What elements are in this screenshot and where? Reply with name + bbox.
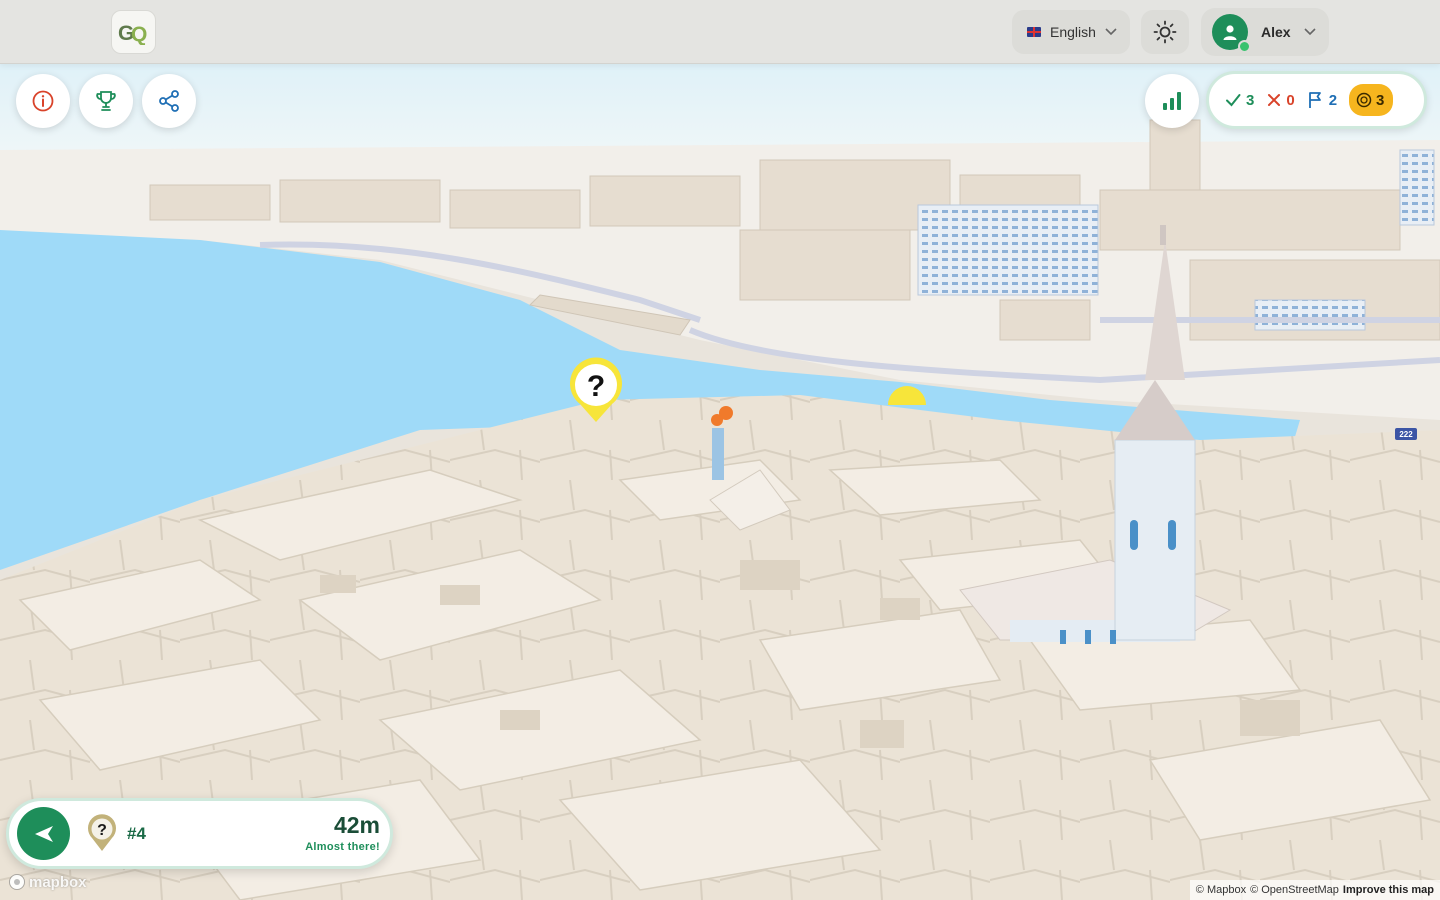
user-name: Alex [1261,24,1291,40]
user-icon [1223,25,1237,40]
trophy-icon [96,91,116,111]
share-button[interactable] [142,74,196,128]
chevron-down-icon [1304,28,1316,36]
language-selector[interactable]: English [1012,10,1130,54]
wrong-count: 0 [1266,91,1295,109]
svg-text:?: ? [587,370,605,403]
theme-toggle-button[interactable] [1141,10,1189,54]
flag-count: 2 [1307,91,1337,109]
flag-value: 2 [1328,91,1338,109]
monument [712,428,724,480]
mapbox-copyright-link[interactable]: © Mapbox [1196,884,1246,896]
target-number: #4 [127,824,146,843]
svg-text:Q: Q [131,23,147,45]
coin-icon [1356,92,1372,108]
uk-flag-icon [1027,27,1041,37]
info-button[interactable] [16,74,70,128]
navigation-card[interactable]: ? #4 42m Almost there! [6,798,393,869]
osm-copyright-link[interactable]: © OpenStreetMap [1250,884,1339,896]
distance-value: 42m [333,812,380,838]
online-status-dot [1238,40,1251,53]
share-icon [159,90,179,112]
chevron-down-icon [1105,28,1117,36]
wrong-value: 0 [1286,91,1295,109]
correct-value: 3 [1246,91,1255,109]
mapbox-logo[interactable]: mapbox [8,873,87,891]
mapbox-icon [9,874,25,890]
bar-chart-icon [1163,92,1181,110]
coin-badge: 3 [1349,84,1394,116]
check-icon [1226,94,1241,107]
distance-message: Almost there! [305,841,380,853]
map-canvas[interactable]: 222 ? [0,0,1440,900]
navigate-button[interactable] [17,807,70,860]
navigation-arrow-icon [34,825,53,842]
score-summary[interactable]: 3 0 2 3 [1206,71,1427,129]
close-icon [1268,94,1281,106]
road-shield-222: 222 [1395,428,1417,440]
flag-icon [1308,92,1321,108]
user-menu-button[interactable]: Alex [1201,8,1329,56]
coin-value: 3 [1376,91,1385,109]
stats-button[interactable] [1145,74,1199,128]
info-icon [32,90,54,112]
language-label: English [1050,24,1096,40]
improve-map-link[interactable]: Improve this map [1343,884,1434,896]
sun-icon [1153,20,1177,44]
svg-text:?: ? [97,822,107,839]
avatar [1212,14,1251,53]
mapbox-logo-text: mapbox [29,873,87,891]
top-bar: G Q English Alex [0,0,1440,64]
app-logo[interactable]: G Q [111,10,156,54]
leaderboard-button[interactable] [79,74,133,128]
svg-text:222: 222 [1399,430,1413,439]
question-pin-icon: ? [88,814,116,851]
correct-count: 3 [1224,91,1254,109]
map-attribution: © Mapbox © OpenStreetMap Improve this ma… [1189,880,1440,900]
map-scene: 222 ? [0,64,1440,900]
